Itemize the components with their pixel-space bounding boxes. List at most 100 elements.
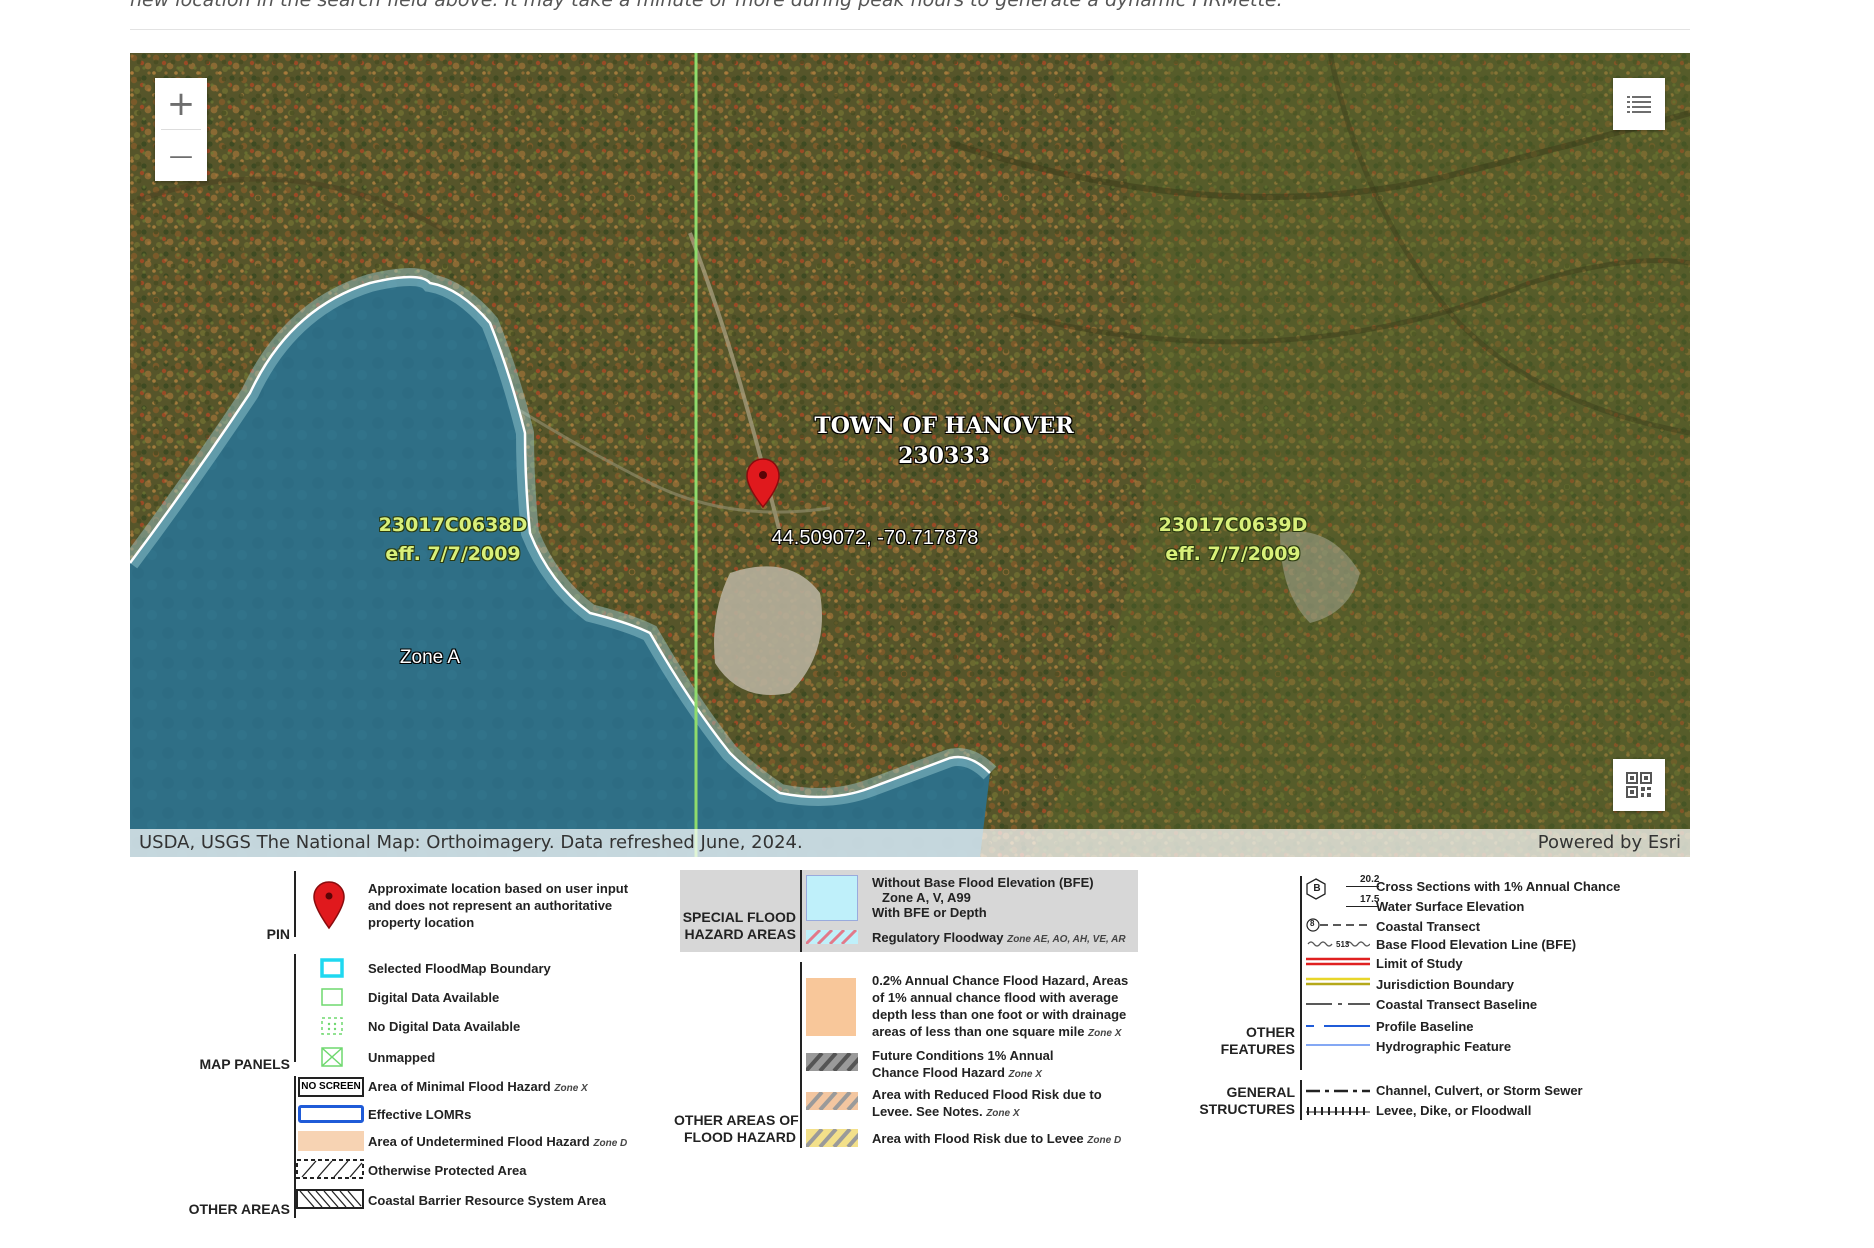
legend-item-label: Area of Undetermined Flood Hazard xyxy=(368,1134,590,1149)
legend-zone-note: Zone X xyxy=(554,1083,588,1094)
legend-text-line: Future Conditions 1% Annual xyxy=(872,1048,1054,1063)
legend-item-label: Jurisdiction Boundary xyxy=(1376,977,1514,992)
category-line: FLOOD HAZARD xyxy=(684,1129,796,1145)
legend-toggle-button[interactable] xyxy=(1613,78,1665,130)
legend-item: Regulatory Floodway Zone AE, AO, AH, VE,… xyxy=(872,929,1126,948)
coastal-barrier-swatch xyxy=(296,1189,364,1209)
legend-item-label: Unmapped xyxy=(368,1050,436,1065)
legend-item: Area with Flood Risk due to Levee Zone D xyxy=(872,1130,1121,1149)
legend-item-label: Effective LOMRs xyxy=(368,1107,472,1122)
legend-item-label: Channel, Culvert, or Storm Sewer xyxy=(1376,1083,1583,1098)
intro-text: new location in the search field above. … xyxy=(130,0,1690,10)
powered-by-esri-link[interactable]: Powered by Esri xyxy=(1538,829,1681,857)
legend-item-text: Future Conditions 1% Annual Chance Flood… xyxy=(872,1047,1054,1083)
lomr-swatch xyxy=(298,1105,364,1123)
divider xyxy=(130,29,1690,30)
legend-item-text: 0.2% Annual Chance Flood Hazard, Areas o… xyxy=(872,972,1128,1042)
category-line: HAZARD AREAS xyxy=(684,926,796,942)
legend-text-line: Levee. See Notes. xyxy=(872,1104,983,1119)
category-line: STRUCTURES xyxy=(1199,1101,1295,1117)
divider xyxy=(800,870,802,952)
levee-risk-swatch xyxy=(806,1129,858,1147)
hydrographic-feature-symbol xyxy=(1306,1044,1370,1046)
community-number: 230333 xyxy=(898,443,990,469)
limit-of-study-symbol xyxy=(1306,957,1370,966)
legend-pin-text: Approximate location based on user input… xyxy=(368,880,628,931)
legend-item-label: Base Flood Elevation Line (BFE) xyxy=(1376,937,1577,952)
levee-dike-symbol xyxy=(1306,1107,1370,1115)
town-label: TOWN OF HANOVER 230333 xyxy=(794,411,1094,471)
category-line: GENERAL xyxy=(1226,1084,1295,1100)
legend-zone-note: Zone X xyxy=(1008,1069,1042,1080)
protected-area-swatch xyxy=(296,1159,364,1179)
legend-zone-note: Zone X xyxy=(986,1108,1020,1119)
legend-item-label: Levee, Dike, or Floodwall xyxy=(1376,1103,1532,1118)
divider xyxy=(1300,876,1302,1070)
no-screen-swatch: NO SCREEN xyxy=(298,1077,364,1097)
sfha-swatch xyxy=(806,875,858,921)
legend-zone-note: Zone AE, AO, AH, VE, AR xyxy=(1007,934,1126,945)
legend-item-label: With BFE or Depth xyxy=(872,905,987,920)
zoom-in-button[interactable]: + xyxy=(155,78,207,129)
undetermined-hazard-swatch xyxy=(298,1131,364,1151)
panel-effective-date: eff. 7/7/2009 xyxy=(385,543,521,565)
floodway-swatch xyxy=(806,930,858,944)
legend-text-line: 0.2% Annual Chance Flood Hazard, Areas xyxy=(872,973,1129,988)
legend-item-label: Hydrographic Feature xyxy=(1376,1039,1512,1054)
legend-item-label: Coastal Barrier Resource System Area xyxy=(368,1193,606,1208)
legend-text-line: Chance Flood Hazard xyxy=(872,1065,1005,1080)
legend-item-label: Profile Baseline xyxy=(1376,1019,1474,1034)
selected-boundary-icon xyxy=(320,958,344,978)
legend-text-line: of 1% annual chance flood with average xyxy=(872,990,1119,1005)
channel-culvert-symbol xyxy=(1306,1089,1370,1093)
legend-category-other-areas: OTHER AREAS xyxy=(188,1201,290,1217)
category-line: OTHER xyxy=(1246,1024,1295,1040)
coordinates-label: 44.509072, -70.717878 xyxy=(771,527,979,549)
panel-id: 23017C0639D xyxy=(1158,514,1308,536)
qr-code-button[interactable] xyxy=(1613,759,1665,811)
legend-item-label: Area of Minimal Flood Hazard xyxy=(368,1079,551,1094)
transect-baseline-symbol xyxy=(1306,1003,1370,1005)
reduced-risk-levee-swatch xyxy=(806,1092,858,1110)
no-digital-data-icon xyxy=(321,1017,343,1035)
divider xyxy=(294,954,296,1062)
legend-item-label: Limit of Study xyxy=(1376,956,1463,971)
unmapped-icon xyxy=(321,1047,343,1067)
divider xyxy=(800,962,802,1148)
future-conditions-swatch xyxy=(806,1053,858,1071)
moderate-hazard-swatch xyxy=(806,978,856,1036)
category-line: OTHER AREAS OF xyxy=(674,1112,799,1128)
attribution-source: USDA, USGS The National Map: Orthoimager… xyxy=(139,832,803,853)
location-pin-icon xyxy=(313,881,345,930)
legend-item-label: Otherwise Protected Area xyxy=(368,1163,527,1178)
legend-item-label: Coastal Transect Baseline xyxy=(1376,997,1538,1012)
legend-item-label: Cross Sections with 1% Annual Chance xyxy=(1376,879,1621,894)
bfe-value: 513 xyxy=(1336,940,1350,949)
legend-category-sfha: SPECIAL FLOOD HAZARD AREAS xyxy=(680,909,796,943)
category-line: FEATURES xyxy=(1220,1041,1295,1057)
divider xyxy=(294,871,296,937)
legend-text-line: property location xyxy=(368,915,475,930)
legend-item-label: Digital Data Available xyxy=(368,990,500,1005)
legend-category-other-flood: OTHER AREAS OF FLOOD HAZARD xyxy=(674,1112,799,1146)
legend-item-label: Selected FloodMap Boundary xyxy=(368,961,551,976)
legend-item-label: Water Surface Elevation xyxy=(1376,899,1525,914)
category-line: SPECIAL FLOOD xyxy=(682,909,796,925)
wse-value: 17.5 xyxy=(1346,894,1380,907)
legend-zone-note: Zone D xyxy=(593,1138,628,1149)
legend-item-label: Regulatory Floodway xyxy=(872,930,1004,945)
legend-text-line: Area with Reduced Flood Risk due to xyxy=(872,1087,1102,1102)
flood-map[interactable]: TOWN OF HANOVER 230333 23017C0638D eff. … xyxy=(130,53,1690,857)
cross-section-value: 20.2 xyxy=(1346,874,1380,887)
zoom-out-button[interactable]: — xyxy=(155,130,207,181)
location-pin-icon[interactable] xyxy=(745,457,781,509)
legend-zone-note: Zone X xyxy=(1088,1028,1122,1039)
panel-id: 23017C0638D xyxy=(378,514,528,536)
legend-item-label: Area with Flood Risk due to Levee xyxy=(872,1131,1084,1146)
map-legend: PIN Approximate location based on user i… xyxy=(130,866,1690,1226)
legend-item-label: No Digital Data Available xyxy=(368,1019,521,1034)
legend-zone-note: Zone D xyxy=(1087,1135,1122,1146)
qr-code-icon xyxy=(1626,772,1652,798)
cross-section-letter: B xyxy=(1313,883,1321,894)
town-name: TOWN OF HANOVER xyxy=(814,413,1074,439)
